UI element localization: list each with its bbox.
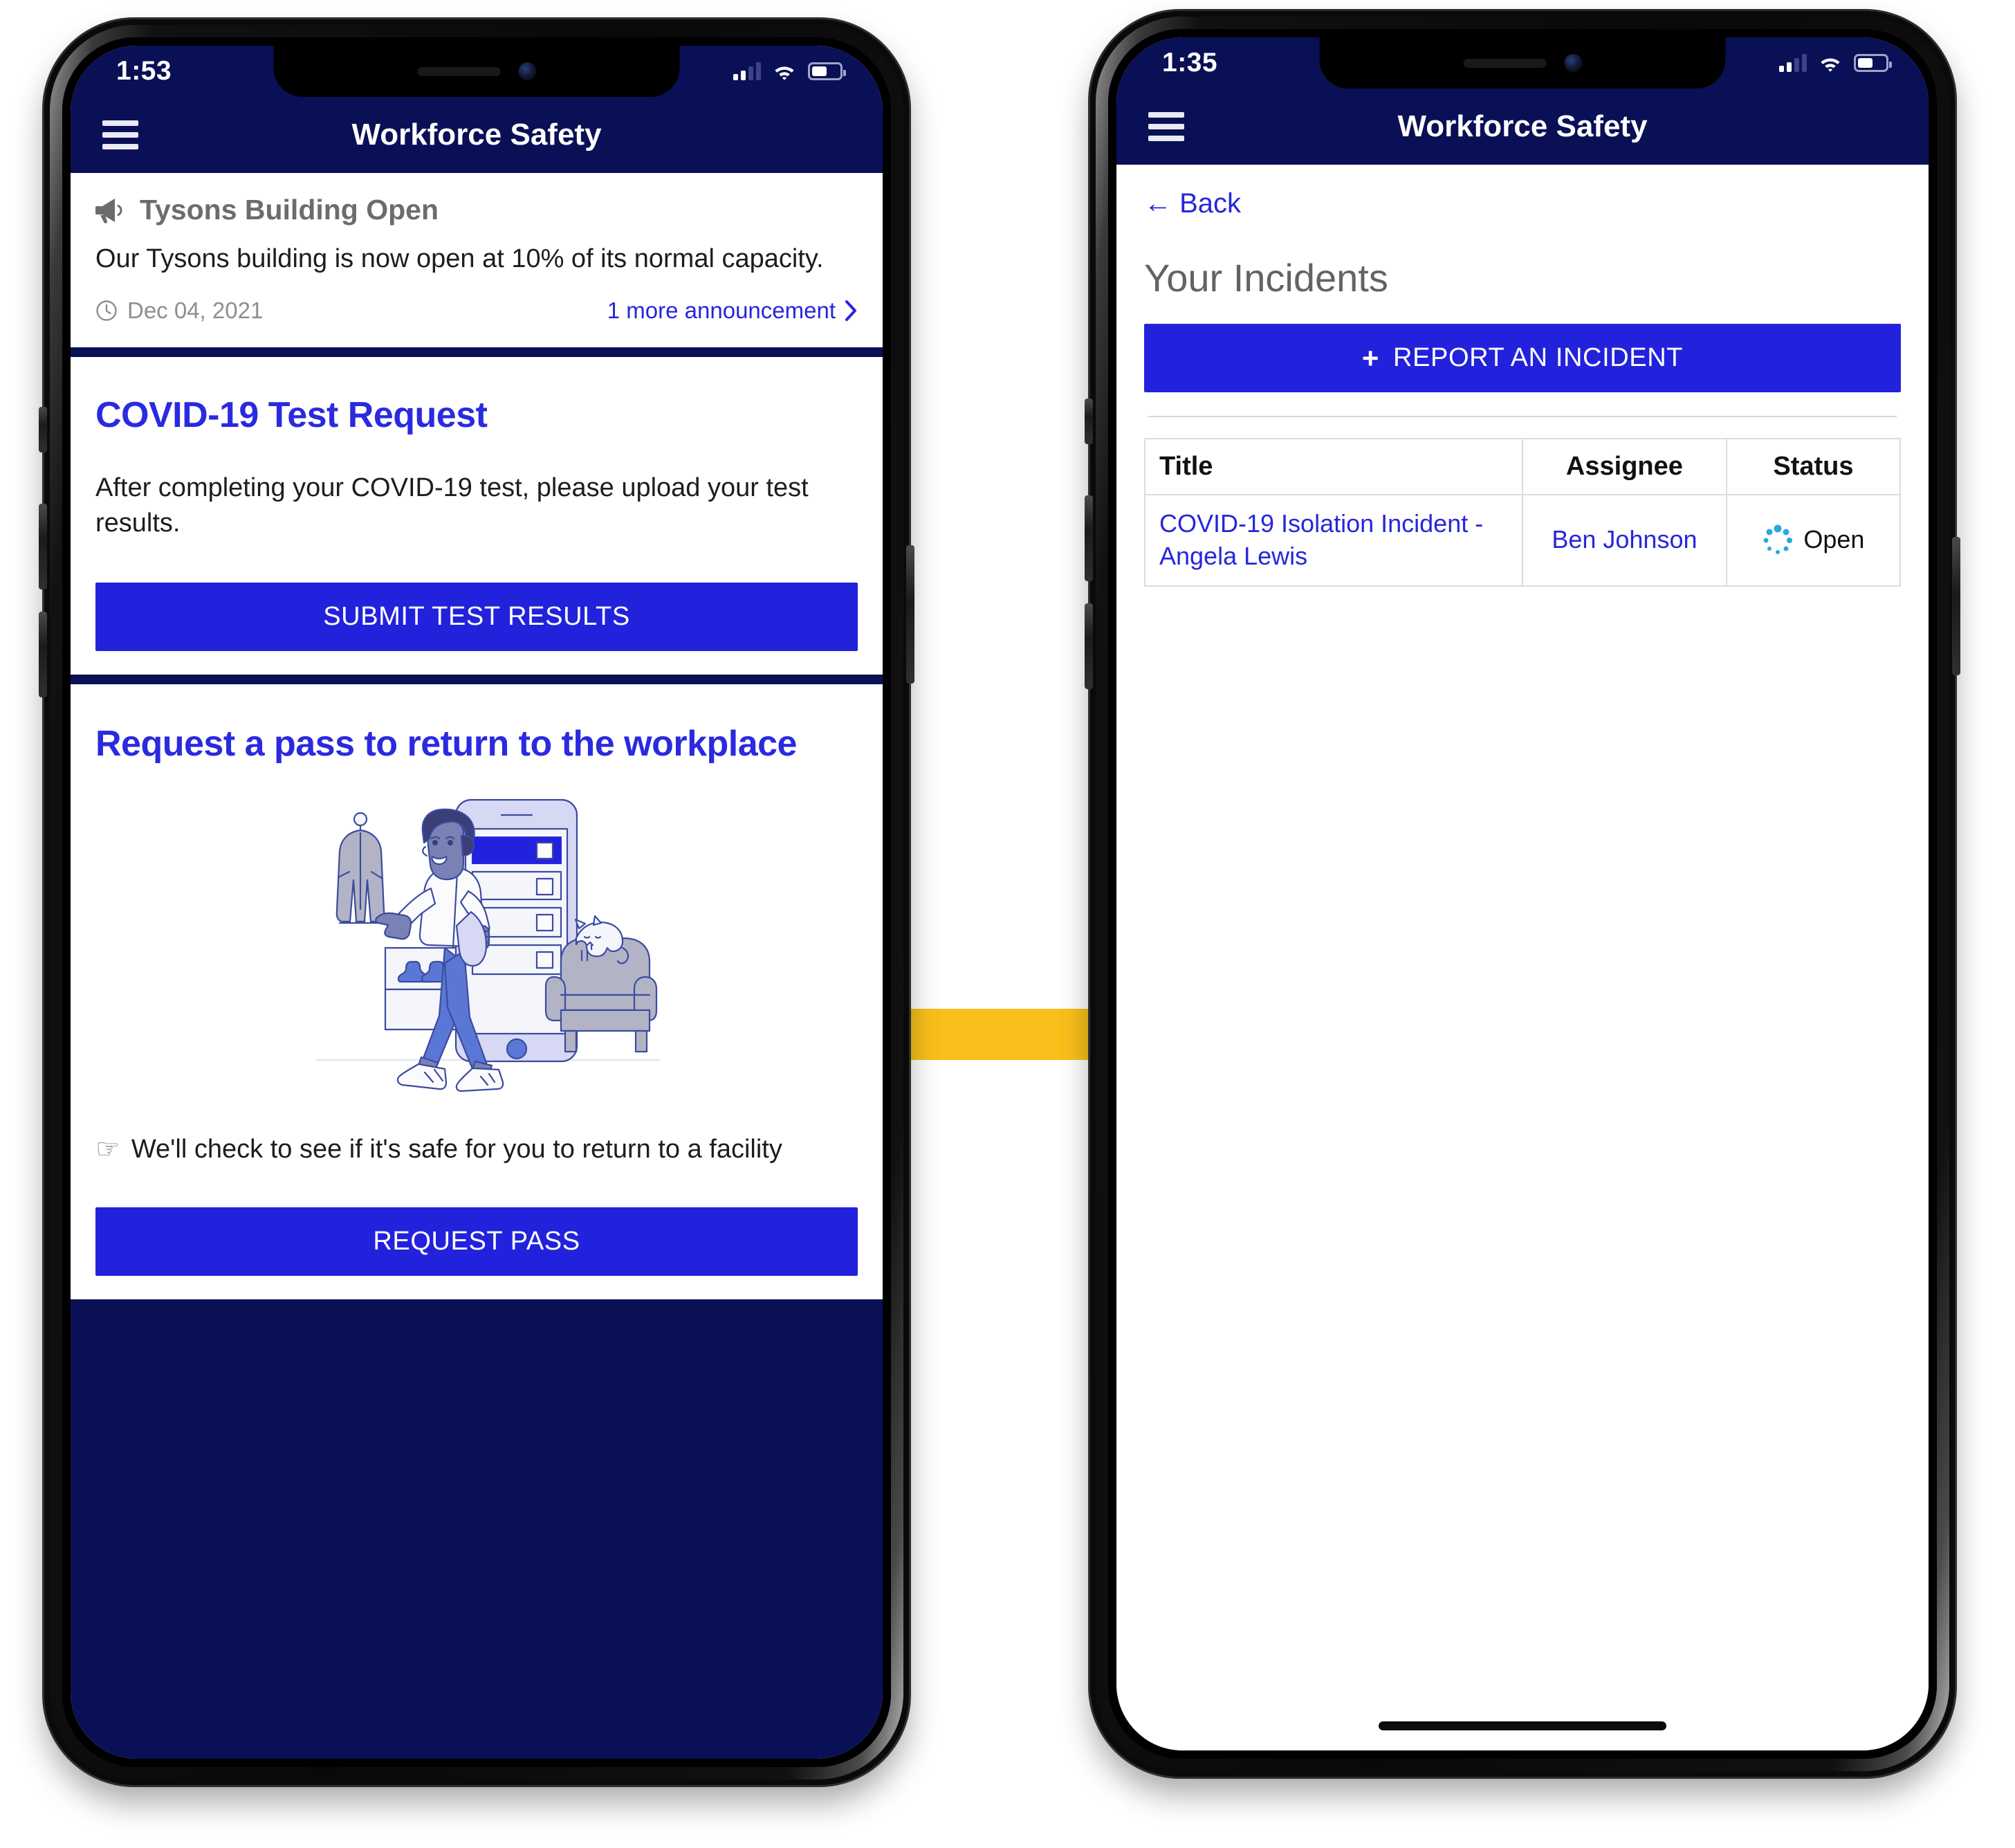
announcement-footer: Dec 04, 2021 1 more announcement [95, 298, 858, 324]
app-navbar: Workforce Safety [71, 97, 883, 173]
home-indicator-bar [1144, 1701, 1901, 1750]
announcement-card[interactable]: Tysons Building Open Our Tysons building… [71, 173, 883, 347]
app-navbar: Workforce Safety [1116, 89, 1929, 165]
pass-request-hint-text: We'll check to see if it's safe for you … [131, 1135, 782, 1164]
column-header-title[interactable]: Title [1144, 438, 1523, 495]
covid-test-request-card: COVID-19 Test Request After completing y… [71, 356, 883, 675]
clock-icon [96, 300, 117, 321]
app-title: Workforce Safety [351, 118, 602, 152]
screenshot-stage: 1:53 Workforce Safety Tysons Building Op… [0, 0, 2015, 1848]
notch [1319, 37, 1726, 89]
status-time: 1:53 [116, 56, 172, 86]
incident-title-cell[interactable]: COVID-19 Isolation Incident - Angela Lew… [1144, 494, 1523, 587]
front-camera [1564, 54, 1582, 72]
hamburger-menu-icon[interactable] [1148, 112, 1184, 141]
chevron-right-icon [845, 300, 856, 321]
battery-icon [1854, 54, 1892, 72]
incident-assignee-cell[interactable]: Ben Johnson [1522, 494, 1727, 587]
plus-icon: + [1361, 341, 1380, 374]
battery-icon [808, 62, 846, 80]
right-phone-screen: 1:35 Workforce Safety ← Back Your Incide… [1116, 37, 1929, 1750]
column-header-assignee[interactable]: Assignee [1522, 438, 1727, 495]
cellular-bars-icon [1779, 54, 1807, 72]
back-link[interactable]: ← Back [1144, 188, 1901, 219]
app-title: Workforce Safety [1397, 109, 1648, 143]
megaphone-icon [95, 198, 122, 223]
pointing-hand-icon: ☞ [95, 1134, 120, 1165]
wifi-icon [1821, 58, 1840, 72]
left-phone-device: 1:53 Workforce Safety Tysons Building Op… [39, 19, 914, 1785]
announcement-title-row: Tysons Building Open [95, 194, 858, 226]
incident-status-label: Open [1803, 525, 1865, 554]
announcement-body: Our Tysons building is now open at 10% o… [95, 244, 824, 273]
table-header-row: Title Assignee Status [1144, 438, 1902, 495]
cellular-bars-icon [733, 62, 761, 80]
table-row[interactable]: COVID-19 Isolation Incident - Angela Lew… [1144, 494, 1902, 587]
left-phone-content: Tysons Building Open Our Tysons building… [71, 173, 883, 1759]
pass-request-hint: ☞ We'll check to see if it's safe for yo… [95, 1132, 858, 1167]
earpiece-speaker [1463, 58, 1546, 68]
announcement-date-row: Dec 04, 2021 [95, 298, 263, 324]
loading-spinner-icon [1762, 524, 1794, 556]
report-an-incident-label: REPORT AN INCIDENT [1393, 343, 1684, 372]
more-announcements-label: 1 more announcement [607, 297, 836, 323]
report-an-incident-button[interactable]: + REPORT AN INCIDENT [1144, 324, 1901, 392]
wifi-icon [775, 66, 794, 80]
column-header-status[interactable]: Status [1725, 438, 1902, 495]
right-phone-device: 1:35 Workforce Safety ← Back Your Incide… [1085, 11, 1960, 1777]
submit-test-results-button[interactable]: SUBMIT TEST RESULTS [95, 582, 858, 651]
divider [1148, 416, 1897, 417]
more-announcements-link[interactable]: 1 more announcement [607, 298, 858, 324]
pass-request-card: Request a pass to return to the workplac… [71, 684, 883, 1299]
announcement-date: Dec 04, 2021 [127, 297, 264, 323]
covid-test-body: After completing your COVID-19 test, ple… [95, 473, 809, 538]
page-title: Your Incidents [1144, 256, 1388, 300]
hamburger-menu-icon[interactable] [102, 120, 138, 149]
earpiece-speaker [417, 66, 500, 76]
announcement-title: Tysons Building Open [140, 194, 439, 226]
pass-request-heading: Request a pass to return to the workplac… [95, 723, 797, 764]
incident-status-cell: Open [1725, 494, 1902, 587]
incidents-page: ← Back Your Incidents + REPORT AN INCIDE… [1116, 165, 1929, 1750]
incidents-table: Title Assignee Status COVID-19 Isolation… [1144, 438, 1902, 587]
covid-test-heading: COVID-19 Test Request [95, 394, 488, 435]
status-time: 1:35 [1162, 48, 1218, 77]
notch [273, 46, 680, 97]
left-phone-screen: 1:53 Workforce Safety Tysons Building Op… [71, 46, 883, 1759]
front-camera [518, 62, 536, 80]
request-pass-button[interactable]: REQUEST PASS [95, 1207, 858, 1276]
person-checking-in-illustration: .ln{fill:none;stroke:#3b4b9e;stroke-widt… [316, 798, 660, 1092]
